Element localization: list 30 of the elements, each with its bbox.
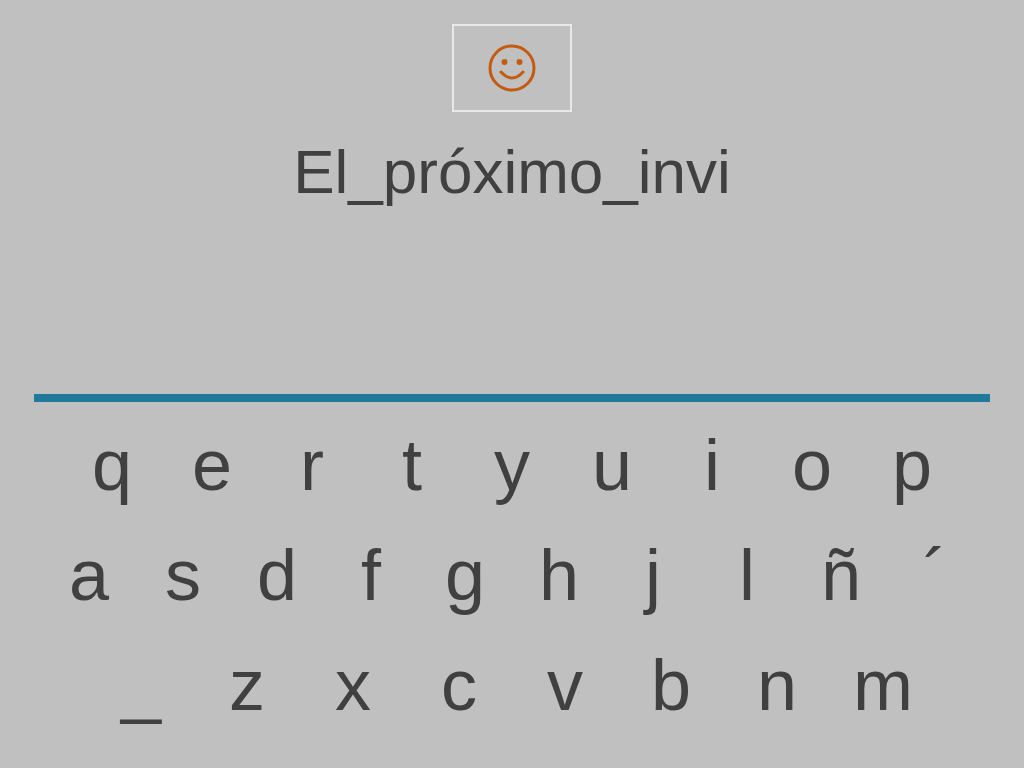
- letter-key[interactable]: ñ: [794, 532, 888, 618]
- letter-key[interactable]: a: [42, 532, 136, 618]
- letter-key[interactable]: d: [230, 532, 324, 618]
- letter-key[interactable]: v: [512, 642, 618, 728]
- letter-key[interactable]: x: [300, 642, 406, 728]
- letter-key[interactable]: h: [512, 532, 606, 618]
- letter-key[interactable]: e: [162, 422, 262, 508]
- word-text: El_próximo_invi: [293, 136, 731, 208]
- letter-key[interactable]: _: [88, 642, 194, 728]
- hint-button[interactable]: [452, 24, 572, 112]
- smiley-icon: [487, 43, 537, 93]
- letter-key[interactable]: j: [606, 532, 700, 618]
- letter-key[interactable]: b: [618, 642, 724, 728]
- letter-key[interactable]: z: [194, 642, 300, 728]
- letter-key[interactable]: m: [830, 642, 936, 728]
- letter-key[interactable]: p: [862, 422, 962, 508]
- letter-key[interactable]: l: [700, 532, 794, 618]
- letter-key[interactable]: ´: [888, 532, 982, 618]
- letter-key[interactable]: t: [362, 422, 462, 508]
- letter-key[interactable]: q: [62, 422, 162, 508]
- letter-key[interactable]: n: [724, 642, 830, 728]
- letter-key[interactable]: u: [562, 422, 662, 508]
- letter-key[interactable]: r: [262, 422, 362, 508]
- letter-key[interactable]: y: [462, 422, 562, 508]
- letter-key[interactable]: o: [762, 422, 862, 508]
- letter-key[interactable]: i: [662, 422, 762, 508]
- letter-key[interactable]: c: [406, 642, 512, 728]
- letter-key[interactable]: f: [324, 532, 418, 618]
- letter-key[interactable]: g: [418, 532, 512, 618]
- letter-key[interactable]: s: [136, 532, 230, 618]
